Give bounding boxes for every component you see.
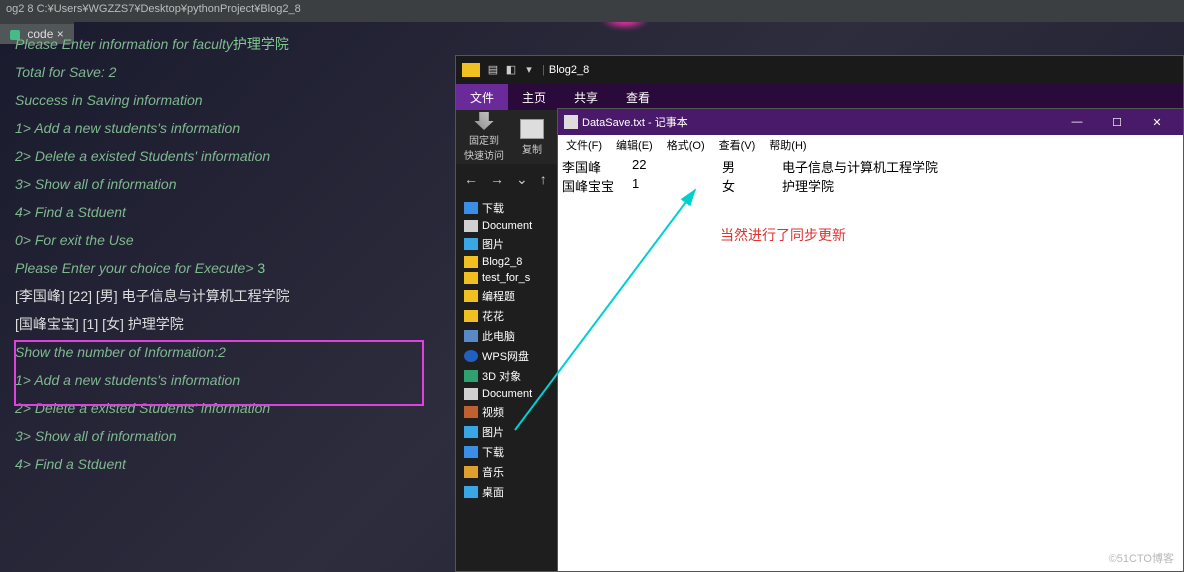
copy-icon [520, 119, 544, 139]
annotation-text: 当然进行了同步更新 [720, 225, 846, 245]
tab-home[interactable]: 主页 [508, 84, 560, 110]
tree-icon [464, 388, 478, 400]
tree-icon [464, 426, 478, 438]
menu-edit[interactable]: 编辑(E) [614, 135, 655, 155]
tree-item[interactable]: 视频 [460, 402, 552, 422]
console-line: 2> Delete a existed Students' informatio… [15, 142, 455, 170]
console-line: 3> Show all of information [15, 170, 455, 198]
tree-icon [464, 290, 478, 302]
explorer-titlebar[interactable]: ▤ ◧ ▾ | Blog2_8 [456, 56, 1183, 84]
tree-icon [464, 350, 478, 362]
notepad-titlebar[interactable]: DataSave.txt - 记事本 — ☐ ✕ [558, 109, 1183, 135]
watermark: ©51CTO博客 [1109, 550, 1174, 566]
qat-icon[interactable]: ▤ [486, 63, 500, 77]
tree-item[interactable]: 图片 [460, 422, 552, 442]
ribbon-pin[interactable]: 固定到 快速访问 [464, 112, 504, 162]
tree-icon [464, 256, 478, 268]
menu-file[interactable]: 文件(F) [564, 135, 604, 155]
minimize-button[interactable]: — [1057, 116, 1097, 128]
tree-icon [464, 272, 478, 284]
notepad-content[interactable]: 李国峰22男电子信息与计算机工程学院国峰宝宝1女护理学院 [558, 155, 1183, 197]
console-line: 3> Show all of information [15, 422, 455, 450]
tree-item[interactable]: WPS网盘 [460, 346, 552, 366]
highlight-rectangle [14, 340, 424, 406]
tree-item[interactable]: 花花 [460, 306, 552, 326]
console-line: [国峰宝宝] [1] [女] 护理学院 [15, 310, 455, 338]
nav-back[interactable]: ← [464, 171, 478, 187]
console-line: 0> For exit the Use [15, 226, 455, 254]
menu-view[interactable]: 查看(V) [717, 135, 758, 155]
tree-icon [464, 406, 478, 418]
console-line: 4> Find a Stduent [15, 198, 455, 226]
nav-forward[interactable]: → [490, 171, 504, 187]
tree-icon [464, 238, 478, 250]
tree-icon [464, 310, 478, 322]
tree-item[interactable]: 编程题 [460, 286, 552, 306]
tree-icon [464, 446, 478, 458]
tree-icon [464, 486, 478, 498]
tree-icon [464, 466, 478, 478]
explorer-title: Blog2_8 [549, 64, 589, 76]
qat-icon[interactable]: ◧ [504, 63, 518, 77]
menu-help[interactable]: 帮助(H) [767, 135, 808, 155]
tree-item[interactable]: 下载 [460, 442, 552, 462]
console-output: Please Enter information for faculty护理学院… [15, 30, 455, 478]
tree-item[interactable]: Document [460, 386, 552, 402]
menu-format[interactable]: 格式(O) [665, 135, 707, 155]
tree-icon [464, 202, 478, 214]
nav-dropdown[interactable]: ⌄ [516, 171, 528, 188]
ide-titlebar: og2 8 C:¥Users¥WGZZS7¥Desktop¥pythonProj… [0, 0, 1184, 22]
tree-item[interactable]: Document [460, 218, 552, 234]
data-row: 李国峰22男电子信息与计算机工程学院 [562, 157, 1179, 176]
console-line: 1> Add a new students's information [15, 114, 455, 142]
console-line: Total for Save: 2 [15, 58, 455, 86]
explorer-ribbon-tabs: 文件 主页 共享 查看 [456, 84, 1183, 110]
tab-file[interactable]: 文件 [456, 84, 508, 110]
qat-dropdown[interactable]: ▾ [522, 63, 536, 77]
console-line: Please Enter information for faculty护理学院 [15, 30, 455, 58]
tab-share[interactable]: 共享 [560, 84, 612, 110]
close-button[interactable]: ✕ [1137, 116, 1177, 129]
data-row: 国峰宝宝1女护理学院 [562, 176, 1179, 195]
console-line: Please Enter your choice for Execute> 3 [15, 254, 455, 282]
folder-icon [462, 63, 480, 77]
notepad-title: DataSave.txt - 记事本 [582, 114, 688, 130]
notepad-window[interactable]: DataSave.txt - 记事本 — ☐ ✕ 文件(F) 编辑(E) 格式(… [557, 108, 1184, 572]
tree-item[interactable]: 桌面 [460, 482, 552, 502]
maximize-button[interactable]: ☐ [1097, 116, 1137, 129]
nav-up[interactable]: ↑ [540, 171, 547, 187]
tree-item[interactable]: Blog2_8 [460, 254, 552, 270]
console-line: Success in Saving information [15, 86, 455, 114]
ribbon-copy[interactable]: 复制 [512, 112, 552, 162]
pin-icon [472, 112, 496, 130]
tree-item[interactable]: 音乐 [460, 462, 552, 482]
tree-item[interactable]: test_for_s [460, 270, 552, 286]
tab-view[interactable]: 查看 [612, 84, 664, 110]
explorer-tree[interactable]: 下载Document图片Blog2_8test_for_s编程题花花此电脑WPS… [456, 194, 556, 571]
console-line: 4> Find a Stduent [15, 450, 455, 478]
console-line: [李国峰] [22] [男] 电子信息与计算机工程学院 [15, 282, 455, 310]
tree-item[interactable]: 图片 [460, 234, 552, 254]
tree-icon [464, 370, 478, 382]
tree-item[interactable]: 此电脑 [460, 326, 552, 346]
notepad-icon [564, 115, 578, 129]
tree-icon [464, 220, 478, 232]
tree-icon [464, 330, 478, 342]
notepad-menubar: 文件(F) 编辑(E) 格式(O) 查看(V) 帮助(H) [558, 135, 1183, 155]
tree-item[interactable]: 下载 [460, 198, 552, 218]
tree-item[interactable]: 3D 对象 [460, 366, 552, 386]
